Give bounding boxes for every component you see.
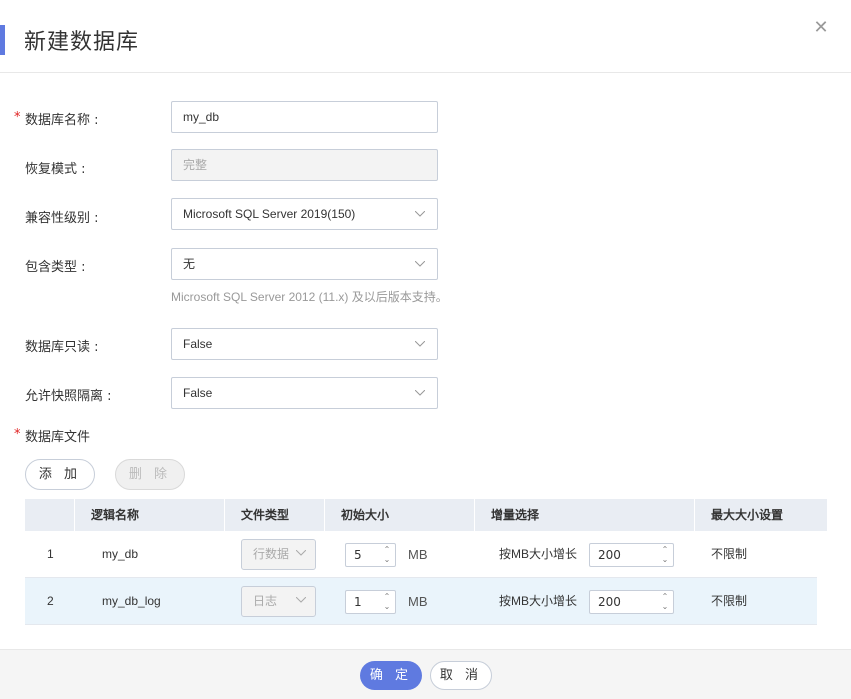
delete-file-button: 删 除 xyxy=(115,459,185,490)
row-index: 2 xyxy=(47,594,54,608)
size-unit: MB xyxy=(408,547,428,562)
compat-level-label: 兼容性级别 : xyxy=(25,211,99,226)
initial-size-stepper[interactable]: 5 ⌃ ⌄ xyxy=(345,543,396,567)
growth-value-stepper[interactable]: 200 ⌃ ⌄ xyxy=(589,543,674,567)
containment-hint: Microsoft SQL Server 2012 (11.x) 及以后版本支持… xyxy=(171,290,448,304)
stepper-arrows-icon[interactable]: ⌃ ⌄ xyxy=(382,545,392,565)
dialog-footer: 确 定 取 消 xyxy=(0,649,851,699)
file-type-select: 日志 xyxy=(241,586,316,617)
containment-label: 包含类型 : xyxy=(25,260,86,275)
table-header: 逻辑名称 文件类型 初始大小 增量选择 最大大小设置 xyxy=(25,499,827,531)
containment-value: 无 xyxy=(183,257,196,271)
table-row[interactable]: 2 my_db_log 日志 1 ⌃ ⌄ MB 按MB大小增长 200 ⌃ ⌄ 不限… xyxy=(25,578,817,625)
stepper-arrows-icon[interactable]: ⌃ ⌄ xyxy=(660,545,670,565)
required-mark: * xyxy=(14,110,21,125)
dialog-header: 新建数据库 ✕ xyxy=(0,0,851,73)
stepper-arrows-icon[interactable]: ⌃ ⌄ xyxy=(660,592,670,612)
table-row[interactable]: 1 my_db 行数据 5 ⌃ ⌄ MB 按MB大小增长 200 ⌃ ⌄ 不限制 xyxy=(25,531,817,578)
required-mark: * xyxy=(14,427,21,442)
db-name-label: * 数据库名称 : xyxy=(14,110,99,128)
chevron-down-icon xyxy=(296,538,306,556)
compat-level-value: Microsoft SQL Server 2019(150) xyxy=(183,207,356,221)
logical-name-cell: my_db xyxy=(102,547,139,561)
snapshot-isolation-label: 允许快照隔离 : xyxy=(25,389,112,404)
column-header-file-type: 文件类型 xyxy=(225,499,325,531)
initial-size-stepper[interactable]: 1 ⌃ ⌄ xyxy=(345,590,396,614)
containment-select[interactable]: 无 xyxy=(171,248,438,280)
close-icon[interactable]: ✕ xyxy=(811,18,831,38)
logical-name-cell: my_db_log xyxy=(102,594,161,608)
db-name-input[interactable]: my_db xyxy=(171,101,438,133)
chevron-down-icon xyxy=(296,585,306,603)
compat-level-select[interactable]: Microsoft SQL Server 2019(150) xyxy=(171,198,438,230)
column-header-growth: 增量选择 xyxy=(475,499,695,531)
max-size-cell: 不限制 xyxy=(711,594,748,608)
stepper-arrows-icon[interactable]: ⌃ ⌄ xyxy=(382,592,392,612)
confirm-button[interactable]: 确 定 xyxy=(360,661,422,690)
column-header-initial-size: 初始大小 xyxy=(325,499,475,531)
dialog-title: 新建数据库 xyxy=(24,30,140,55)
recovery-mode-label: 恢复模式 : xyxy=(25,162,86,177)
chevron-down-icon xyxy=(415,199,425,217)
column-header-index xyxy=(25,499,75,531)
cancel-button[interactable]: 取 消 xyxy=(430,661,492,690)
read-only-value: False xyxy=(183,337,213,351)
max-size-cell: 不限制 xyxy=(711,547,748,561)
title-accent-bar xyxy=(0,25,5,55)
chevron-down-icon xyxy=(415,329,425,347)
chevron-down-icon xyxy=(415,249,425,267)
read-only-label: 数据库只读 : xyxy=(25,340,99,355)
chevron-down-icon xyxy=(415,378,425,396)
read-only-select[interactable]: False xyxy=(171,328,438,360)
recovery-mode-field: 完整 xyxy=(171,149,438,181)
growth-label: 按MB大小增长 xyxy=(499,547,578,561)
column-header-max-size: 最大大小设置 xyxy=(711,508,784,522)
size-unit: MB xyxy=(408,594,428,609)
db-files-label: * 数据库文件 xyxy=(14,427,91,445)
file-type-select: 行数据 xyxy=(241,539,316,570)
growth-value-stepper[interactable]: 200 ⌃ ⌄ xyxy=(589,590,674,614)
growth-label: 按MB大小增长 xyxy=(499,594,578,608)
column-header-logical-name: 逻辑名称 xyxy=(75,499,225,531)
add-file-button[interactable]: 添 加 xyxy=(25,459,95,490)
snapshot-isolation-value: False xyxy=(183,386,213,400)
snapshot-isolation-select[interactable]: False xyxy=(171,377,438,409)
row-index: 1 xyxy=(47,547,54,561)
